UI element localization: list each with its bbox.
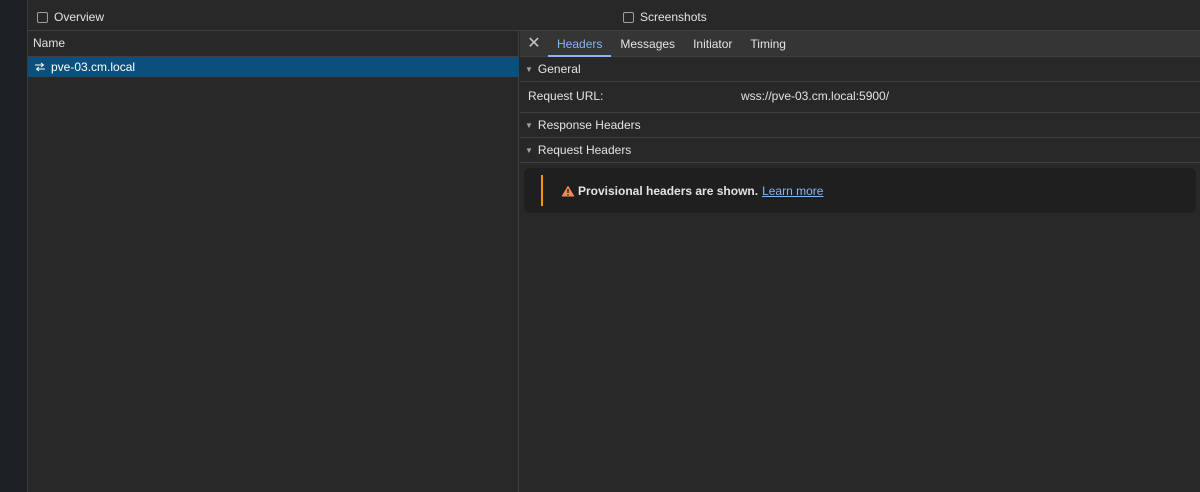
detail-tabbar: ✕ Headers Messages Initiator Timing [520, 31, 1200, 57]
triangle-down-icon: ▼ [525, 120, 533, 130]
triangle-down-icon: ▼ [525, 145, 533, 155]
close-icon[interactable]: ✕ [520, 31, 548, 56]
overview-toggle[interactable]: Overview [37, 10, 104, 24]
response-headers-title: Response Headers [537, 118, 641, 132]
screenshots-label: Screenshots [640, 10, 707, 24]
triangle-down-icon: ▼ [525, 64, 533, 74]
request-url-row: Request URL: wss://pve-03.cm.local:5900/ [520, 82, 1200, 113]
request-url-value: wss://pve-03.cm.local:5900/ [741, 89, 890, 103]
screenshots-toggle[interactable]: Screenshots [623, 10, 707, 24]
screenshots-checkbox[interactable] [623, 11, 634, 23]
request-headers-title: Request Headers [537, 143, 632, 157]
tab-timing[interactable]: Timing [741, 31, 795, 56]
general-section-header[interactable]: ▼ General [520, 57, 1200, 82]
network-toolbar: Overview Screenshots [28, 0, 1200, 31]
request-details: ✕ Headers Messages Initiator Timing ▼ Ge… [520, 31, 1200, 492]
tab-headers[interactable]: Headers [548, 31, 612, 57]
warning-icon [561, 185, 575, 197]
overview-checkbox[interactable] [37, 11, 48, 23]
overview-label: Overview [54, 10, 105, 24]
tab-initiator[interactable]: Initiator [684, 31, 741, 56]
request-list: Name pve-03.cm.local [28, 31, 519, 492]
provisional-headers-notice: Provisional headers are shown. Learn mor… [524, 168, 1196, 213]
request-name: pve-03.cm.local [51, 60, 136, 74]
tab-messages[interactable]: Messages [611, 31, 684, 56]
notice-text: Provisional headers are shown. [578, 184, 759, 198]
request-row[interactable]: pve-03.cm.local [28, 57, 519, 77]
websocket-icon [35, 62, 45, 72]
activity-strip [0, 0, 28, 492]
request-headers-section-header[interactable]: ▼ Request Headers [520, 138, 1200, 163]
request-url-key: Request URL: [528, 89, 604, 103]
general-title: General [537, 62, 581, 76]
name-column-header[interactable]: Name [28, 31, 518, 57]
response-headers-section-header[interactable]: ▼ Response Headers [520, 113, 1200, 138]
notice-accent-bar [541, 175, 543, 206]
learn-more-link[interactable]: Learn more [762, 184, 823, 198]
